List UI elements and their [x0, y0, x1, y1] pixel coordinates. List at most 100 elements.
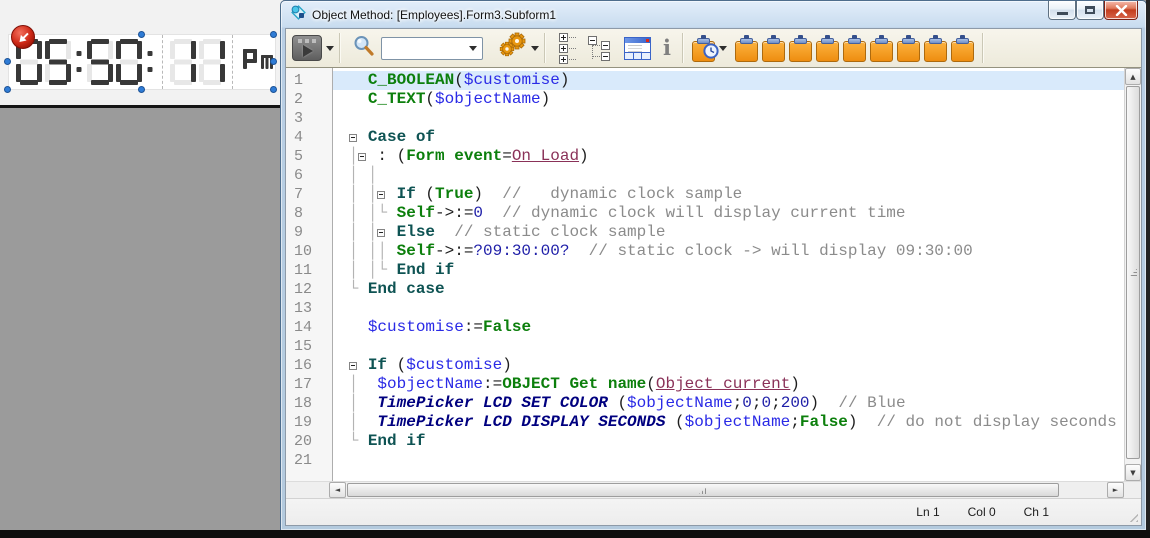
scroll-right-button[interactable]: ►	[1107, 482, 1124, 498]
line-number: 15	[286, 337, 333, 356]
collapse-all-button[interactable]	[588, 35, 614, 61]
code-line[interactable]: 13	[286, 299, 1124, 318]
status-column: Col 0	[968, 505, 996, 519]
line-number: 20	[286, 432, 333, 451]
lcd-digit	[116, 39, 142, 85]
code-lines: 1 C_BOOLEAN($customise)2 C_TEXT($objectN…	[286, 71, 1124, 470]
clipboard-button-7[interactable]	[897, 35, 920, 62]
title-bar[interactable]: Object Method: [Employees].Form3.Subform…	[281, 1, 1146, 28]
status-character: Ch 1	[1024, 505, 1049, 519]
code-editor[interactable]: 1 C_BOOLEAN($customise)2 C_TEXT($objectN…	[286, 68, 1124, 481]
clipboard-clock-icon	[692, 35, 715, 62]
macros-button[interactable]	[624, 37, 651, 60]
clipboard-button-3[interactable]	[789, 35, 812, 62]
clipboard-history-dropdown-arrow[interactable]	[719, 46, 727, 51]
resize-grip[interactable]	[1126, 510, 1138, 522]
scroll-up-button[interactable]: ▲	[1125, 68, 1141, 85]
clipboard-button-6[interactable]	[870, 35, 893, 62]
selection-handle[interactable]	[270, 86, 277, 93]
code-line[interactable]: 18 │ TimePicker LCD SET COLOR ($objectNa…	[286, 394, 1124, 413]
collapse-tree-icon	[588, 36, 597, 45]
code-line[interactable]: 3	[286, 109, 1124, 128]
code-line[interactable]: 10 │ ││ Self->:=?09:30:00? // static clo…	[286, 242, 1124, 261]
code-line[interactable]: 6 │ │	[286, 166, 1124, 185]
execute-dropdown-arrow[interactable]	[326, 46, 334, 51]
clipboard-row	[735, 35, 974, 62]
clipboard-button-2[interactable]	[762, 35, 785, 62]
clipboard-history-button[interactable]	[692, 35, 727, 62]
code-line[interactable]: 12 └ End case	[286, 280, 1124, 299]
toolbar-separator	[982, 33, 984, 63]
code-line[interactable]: 8 │ │└ Self->:=0 // dynamic clock will d…	[286, 204, 1124, 223]
execute-method-button[interactable]	[286, 35, 334, 61]
expand-all-button[interactable]	[559, 33, 576, 64]
code-line[interactable]: 16 If ($customise)	[286, 356, 1124, 375]
selection-handle[interactable]	[270, 31, 277, 38]
minimize-icon	[1057, 12, 1068, 15]
clipboard-button-8[interactable]	[924, 35, 947, 62]
code-line[interactable]: 14 $customise:=False	[286, 318, 1124, 337]
toolbar: i	[286, 29, 1141, 68]
code-line[interactable]: 21	[286, 451, 1124, 470]
clipboard-button-9[interactable]	[951, 35, 974, 62]
selection-handle[interactable]	[4, 86, 11, 93]
code-line[interactable]: 9 │ │ Else // static clock sample	[286, 223, 1124, 242]
selection-handle[interactable]	[138, 31, 145, 38]
clipboard-button-5[interactable]	[843, 35, 866, 62]
selection-handle[interactable]	[270, 58, 277, 65]
line-number: 4	[286, 128, 333, 147]
options-dropdown-arrow[interactable]	[531, 46, 539, 51]
scroll-left-button[interactable]: ◄	[329, 482, 346, 498]
window-content: i	[285, 28, 1142, 526]
minimize-button[interactable]	[1048, 1, 1076, 20]
code-line[interactable]: 4 Case of	[286, 128, 1124, 147]
search-combobox[interactable]	[381, 37, 483, 60]
line-number: 19	[286, 413, 333, 432]
v-scroll-thumb[interactable]	[1126, 86, 1140, 459]
h-scroll-thumb[interactable]	[347, 483, 1059, 497]
code-line[interactable]: 11 │ │└ End if	[286, 261, 1124, 280]
selection-handle[interactable]	[138, 86, 145, 93]
code-line[interactable]: 2 C_TEXT($objectName)	[286, 90, 1124, 109]
code-line[interactable]: 1 C_BOOLEAN($customise)	[286, 71, 1124, 90]
code-line[interactable]: 20 └ End if	[286, 432, 1124, 451]
lcd-digit	[170, 39, 196, 85]
expand-tree-icon	[559, 33, 568, 42]
toolbar-separator	[682, 33, 684, 63]
information-button[interactable]: i	[663, 36, 671, 60]
selection-handle[interactable]	[4, 58, 11, 65]
lcd-digit	[87, 39, 113, 85]
line-number: 14	[286, 318, 333, 337]
h-scrollbar[interactable]: ◄ ►	[286, 481, 1141, 498]
code-line[interactable]: 15	[286, 337, 1124, 356]
maximize-icon	[1085, 6, 1095, 14]
combo-dropdown-arrow[interactable]	[469, 46, 477, 51]
maximize-button[interactable]	[1076, 1, 1104, 20]
form-editor-panel	[0, 0, 283, 105]
v-scrollbar[interactable]: ▲ ▼	[1124, 68, 1141, 481]
clipboard-button-1[interactable]	[735, 35, 758, 62]
clipboard-button-4[interactable]	[816, 35, 839, 62]
code-line[interactable]: 17 │ $objectName:=OBJECT Get name(Object…	[286, 375, 1124, 394]
line-number: 9	[286, 223, 333, 242]
method-options-button[interactable]	[497, 32, 539, 64]
method-badge-icon[interactable]	[10, 24, 36, 50]
close-button[interactable]	[1104, 1, 1138, 20]
lcd-display	[16, 35, 276, 89]
line-number: 5	[286, 147, 333, 166]
line-number: 21	[286, 451, 333, 470]
toolbar-separator	[544, 33, 546, 63]
code-line[interactable]: 19 │ TimePicker LCD DISPLAY SECONDS ($ob…	[286, 413, 1124, 432]
scroll-down-button[interactable]: ▼	[1125, 464, 1141, 481]
lcd-clock-widget[interactable]	[8, 34, 276, 90]
line-number: 16	[286, 356, 333, 375]
window-title: Object Method: [Employees].Form3.Subform…	[312, 8, 556, 22]
window-title-icon	[290, 4, 306, 25]
line-number: 2	[286, 90, 333, 109]
code-line[interactable]: 5 │ : (Form event=On Load)	[286, 147, 1124, 166]
close-icon	[1115, 5, 1128, 16]
code-line[interactable]: 7 │ │ If (True) // dynamic clock sample	[286, 185, 1124, 204]
line-number: 7	[286, 185, 333, 204]
line-number: 3	[286, 109, 333, 128]
line-number: 17	[286, 375, 333, 394]
